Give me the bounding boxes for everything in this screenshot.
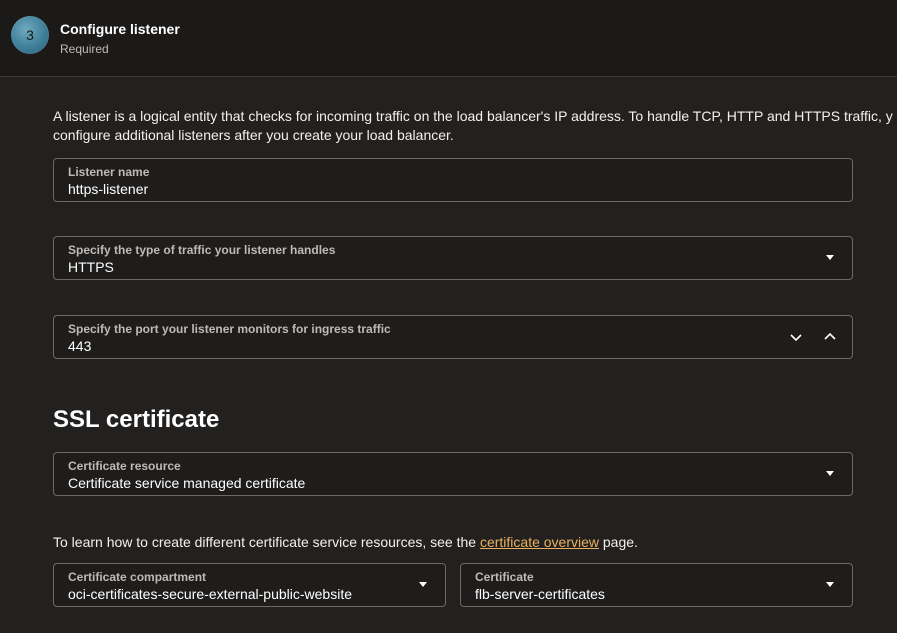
intro-line-2: configure additional listeners after you… — [53, 127, 454, 143]
certificate-select[interactable]: Certificate flb-server-certificates — [460, 563, 853, 607]
intro-line-1: A listener is a logical entity that chec… — [53, 108, 893, 124]
listener-name-value: https-listener — [68, 181, 149, 197]
certificate-compartment-select[interactable]: Certificate compartment oci-certificates… — [53, 563, 446, 607]
step-number: 3 — [26, 27, 34, 43]
port-increment-button[interactable] — [821, 328, 839, 346]
traffic-type-select[interactable]: Specify the type of traffic your listene… — [53, 236, 853, 280]
intro-text: A listener is a logical entity that chec… — [53, 107, 897, 145]
chevron-up-icon — [824, 332, 836, 340]
port-value: 443 — [68, 338, 92, 354]
step-title: Configure listener — [60, 21, 180, 37]
certificate-resource-value: Certificate service managed certificate — [68, 475, 306, 491]
chevron-down-icon — [419, 582, 427, 587]
chevron-down-icon — [826, 471, 834, 476]
certificate-compartment-value: oci-certificates-secure-external-public-… — [68, 586, 352, 602]
certificate-value: flb-server-certificates — [475, 586, 605, 602]
ssl-section-title: SSL certificate — [53, 406, 220, 433]
port-input[interactable]: Specify the port your listener monitors … — [53, 315, 853, 359]
certificate-overview-link[interactable]: certificate overview — [480, 534, 599, 550]
traffic-type-label: Specify the type of traffic your listene… — [68, 243, 336, 257]
listener-name-label: Listener name — [68, 165, 150, 179]
help-suffix: page. — [599, 534, 638, 550]
step-status: Required — [60, 42, 109, 56]
chevron-down-icon — [790, 334, 802, 342]
certificate-compartment-label: Certificate compartment — [68, 570, 207, 584]
certificate-resource-select[interactable]: Certificate resource Certificate service… — [53, 452, 853, 496]
port-decrement-button[interactable] — [787, 328, 805, 346]
step-number-badge: 3 — [11, 16, 49, 54]
traffic-type-value: HTTPS — [68, 259, 114, 275]
help-prefix: To learn how to create different certifi… — [53, 534, 480, 550]
certificate-label: Certificate — [475, 570, 534, 584]
listener-name-input[interactable]: Listener name https-listener — [53, 158, 853, 202]
port-label: Specify the port your listener monitors … — [68, 322, 391, 336]
step-header: 3 Configure listener Required — [0, 0, 897, 77]
chevron-down-icon — [826, 582, 834, 587]
chevron-down-icon — [826, 255, 834, 260]
certificate-resource-label: Certificate resource — [68, 459, 181, 473]
certificate-help-text: To learn how to create different certifi… — [53, 534, 638, 550]
